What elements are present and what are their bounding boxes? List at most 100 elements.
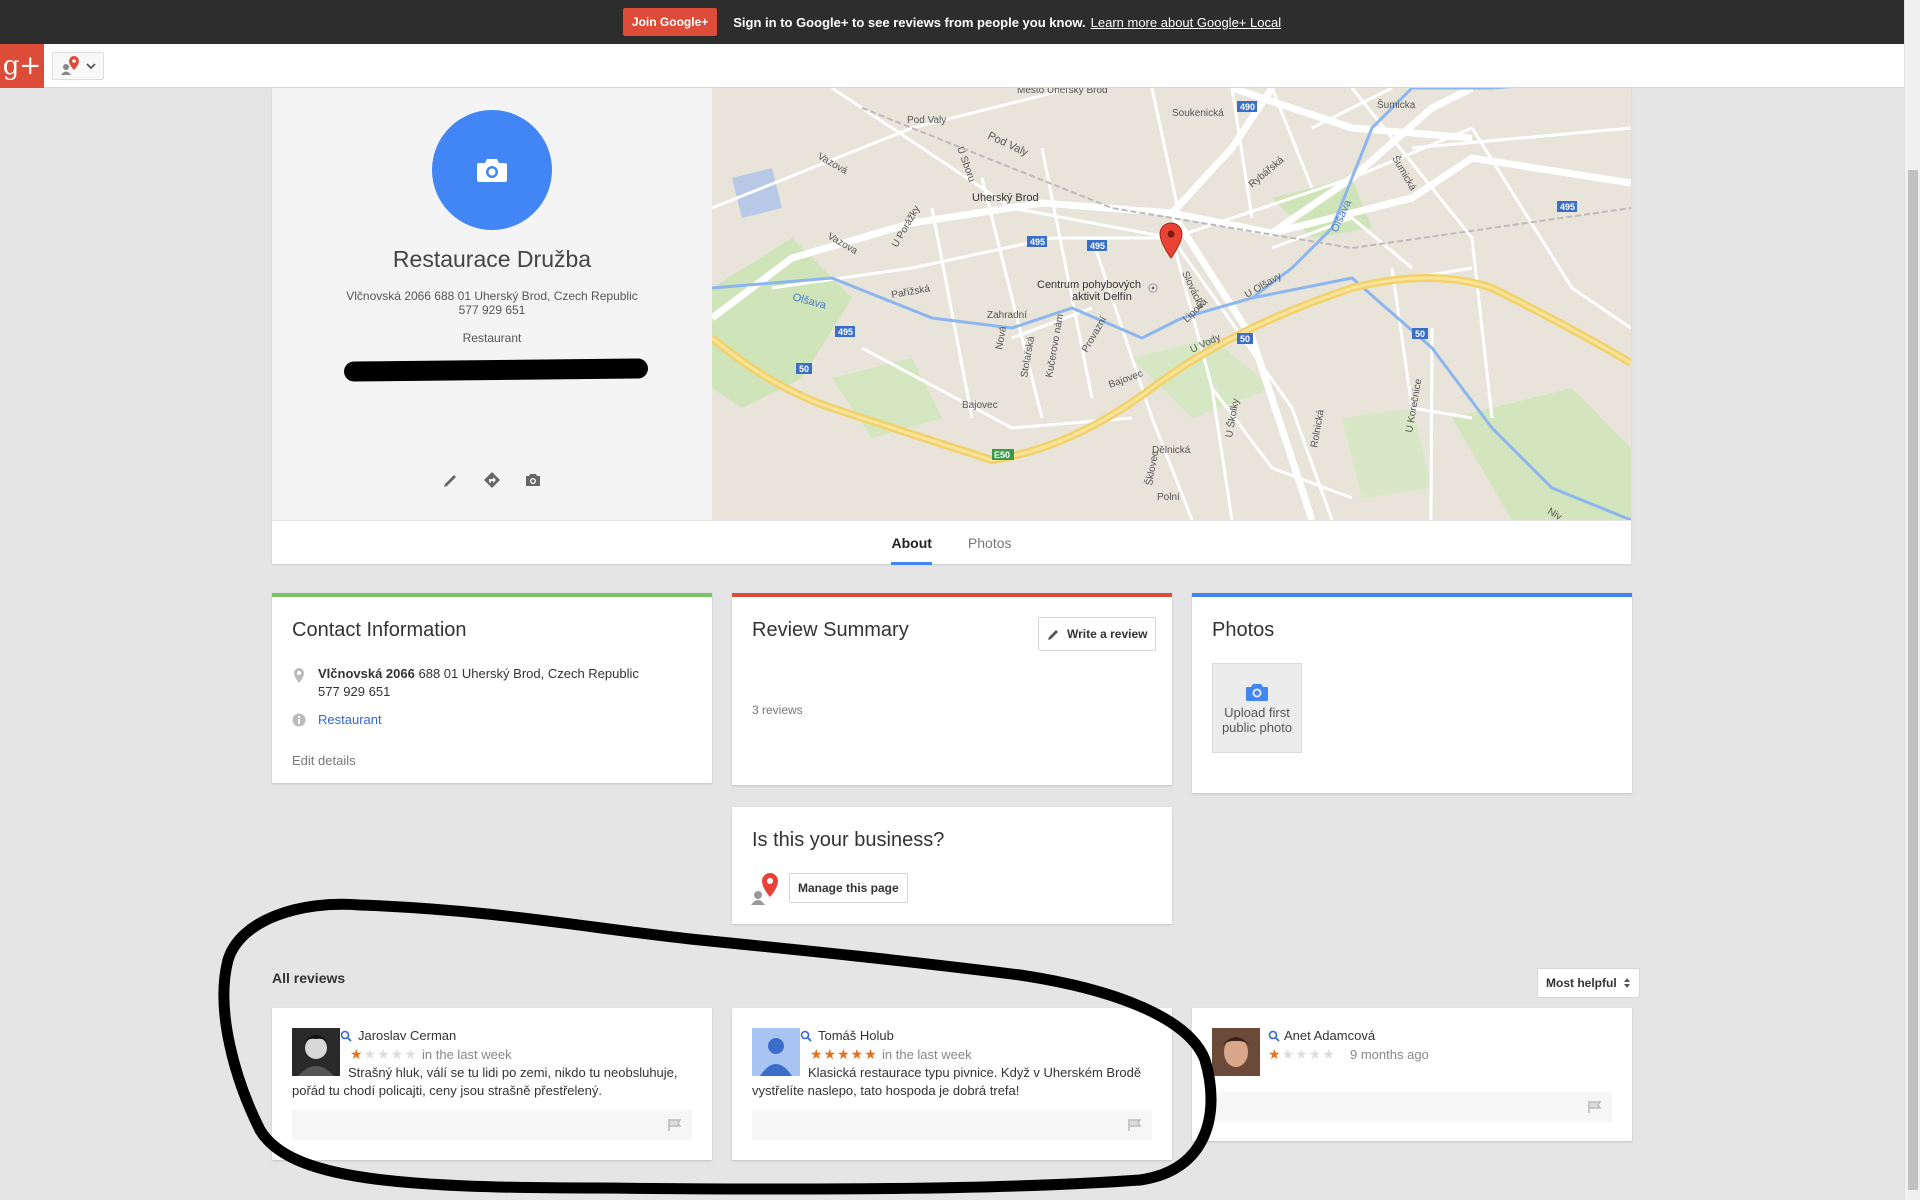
business-owner-icon	[751, 873, 778, 905]
reviewer-name[interactable]: Tomáš Holub	[818, 1028, 894, 1043]
review-footer	[292, 1110, 692, 1140]
info-icon	[292, 713, 306, 727]
map-shield-490: 490	[1240, 102, 1255, 112]
upload-photo-tile[interactable]: Upload first public photo	[1212, 663, 1302, 753]
contact-phone[interactable]: 577 929 651	[318, 683, 639, 701]
map-label-centrum-2: aktivit Delfín	[1072, 291, 1132, 303]
promo-message: Sign in to Google+ to see reviews from p…	[733, 14, 1086, 30]
map-label-mesto: Mesto Uhersky Brod	[1017, 88, 1108, 96]
scrollbar-thumb[interactable]	[1908, 170, 1918, 1190]
location-icon	[294, 668, 304, 683]
place-summary-panel: Restaurace Družba Vlčnovská 2066 688 01 …	[272, 88, 712, 520]
place-photo-placeholder[interactable]	[432, 110, 552, 230]
review-time: in the last week	[882, 1047, 972, 1062]
search-icon[interactable]	[800, 1030, 812, 1042]
place-name: Restaurace Družba	[392, 246, 592, 272]
sort-reviews-label: Most helpful	[1546, 976, 1617, 990]
map-label-sumicka: Šumicka	[1377, 98, 1416, 111]
upload-photo-label: Upload first public photo	[1221, 705, 1293, 735]
place-tabs: About Photos	[272, 520, 1631, 565]
contact-information-card: Contact Information Vlčnovská 2066 688 0…	[272, 593, 712, 783]
all-reviews-heading: All reviews	[272, 970, 346, 986]
review-rating: ★★★★★	[1268, 1046, 1336, 1062]
sort-arrows-icon	[1623, 978, 1630, 988]
review-card: Jaroslav Cerman ★★★★★ in the last week S…	[272, 1008, 712, 1160]
camera-icon	[1246, 684, 1268, 701]
place-phone: 577 929 651	[458, 303, 526, 317]
page-scrollbar[interactable]	[1904, 0, 1920, 1200]
learn-more-link[interactable]: Learn more about Google+ Local	[1091, 15, 1281, 30]
flag-icon[interactable]	[668, 1119, 682, 1131]
edit-pencil-icon[interactable]	[442, 471, 460, 489]
manage-page-button[interactable]: Manage this page	[789, 873, 908, 903]
add-photo-icon[interactable]	[524, 471, 542, 489]
review-time: in the last week	[422, 1047, 512, 1062]
place-category: Restaurant	[462, 331, 522, 345]
map-label-podvaly: Pod Valy	[907, 115, 946, 126]
map-shield-495-a: 495	[1030, 237, 1045, 247]
review-card: Tomáš Holub ★★★★★ in the last week Klasi…	[732, 1008, 1172, 1160]
map-label-soukenicka: Soukenická	[1172, 108, 1224, 119]
contact-address-row: Vlčnovská 2066 688 01 Uherský Brod, Czec…	[292, 665, 639, 701]
review-time: 9 months ago	[1350, 1047, 1429, 1062]
reviewer-name[interactable]: Anet Adamcová	[1284, 1028, 1375, 1043]
map-shield-50-a: 50	[799, 364, 809, 374]
manage-page-label: Manage this page	[798, 881, 899, 895]
map-shield-495-c: 495	[838, 327, 853, 337]
contact-category-row: Restaurant	[292, 711, 382, 729]
promo-bar: Join Google+ Sign in to Google+ to see r…	[0, 0, 1904, 44]
review-text: Strašný hluk, válí se tu lidi po zemi, n…	[292, 1065, 678, 1098]
place-address: Vlčnovská 2066 688 01 Uherský Brod, Czec…	[346, 289, 638, 303]
local-menu-button[interactable]	[52, 52, 104, 80]
review-text: Klasická restaurace typu pivnice. Když v…	[752, 1065, 1142, 1098]
contact-address-rest: 688 01 Uherský Brod, Czech Republic	[418, 666, 639, 681]
map-shield-50-b: 50	[1240, 334, 1250, 344]
tab-photos[interactable]: Photos	[968, 521, 1012, 565]
sort-reviews-dropdown[interactable]: Most helpful	[1537, 968, 1640, 998]
chevron-down-icon	[86, 63, 96, 70]
pencil-icon	[1048, 630, 1058, 640]
review-footer	[752, 1110, 1152, 1140]
write-review-label: Write a review	[1067, 627, 1148, 641]
map-shield-e50: E50	[994, 450, 1010, 460]
directions-icon[interactable]	[483, 471, 501, 489]
photos-card-title: Photos	[1212, 619, 1275, 641]
claim-business-card: Is this your business? Manage this page	[732, 807, 1172, 924]
contact-card-title: Contact Information	[292, 619, 467, 641]
camera-icon	[477, 159, 507, 182]
map-label-bajovec: Bajovec	[962, 400, 998, 411]
local-places-icon	[61, 56, 79, 75]
contact-category-link[interactable]: Restaurant	[318, 711, 382, 729]
flag-icon[interactable]	[1128, 1119, 1142, 1131]
review-rating: ★★★★★	[810, 1046, 878, 1062]
location-map[interactable]: 495 495 495 495 490 50 50 50 E50 Mesto U…	[712, 88, 1631, 520]
tab-about[interactable]: About	[891, 521, 932, 565]
photos-card: Photos Upload first public photo	[1192, 593, 1632, 793]
review-footer	[1212, 1092, 1612, 1122]
flag-icon[interactable]	[1588, 1101, 1602, 1113]
place-address-block: Vlčnovská 2066 688 01 Uherský Brod, Czec…	[272, 289, 712, 317]
review-summary-card: Review Summary Write a review 3 reviews	[732, 593, 1172, 785]
reviewer-name[interactable]: Jaroslav Cerman	[358, 1028, 456, 1043]
review-count: 3 reviews	[752, 703, 803, 717]
review-card: Anet Adamcová ★★★★★ 9 months ago	[1192, 1008, 1632, 1141]
contact-street: Vlčnovská 2066	[318, 666, 415, 681]
map-shield-50-c: 50	[1415, 329, 1425, 339]
map-label-polni: Polní	[1157, 492, 1180, 503]
write-review-button[interactable]: Write a review	[1038, 617, 1157, 651]
redaction-mark	[343, 358, 649, 382]
place-action-icons	[442, 471, 542, 489]
reviewer-avatar[interactable]	[1212, 1028, 1260, 1076]
search-icon[interactable]	[1268, 1030, 1280, 1042]
google-plus-logo[interactable]: g+	[0, 44, 44, 88]
search-icon[interactable]	[340, 1030, 352, 1042]
map-shield-495-d: 495	[1560, 202, 1575, 212]
edit-details-link[interactable]: Edit details	[292, 752, 356, 770]
join-google-plus-button[interactable]: Join Google+	[622, 8, 718, 36]
map-shield-495-b: 495	[1090, 241, 1105, 251]
claim-business-title: Is this your business?	[752, 829, 945, 851]
place-header-card: Restaurace Družba Vlčnovská 2066 688 01 …	[272, 88, 1631, 565]
map-label-zahradni: Zahradní	[987, 310, 1027, 321]
review-rating: ★★★★★	[350, 1046, 418, 1062]
review-summary-title: Review Summary	[752, 619, 909, 641]
